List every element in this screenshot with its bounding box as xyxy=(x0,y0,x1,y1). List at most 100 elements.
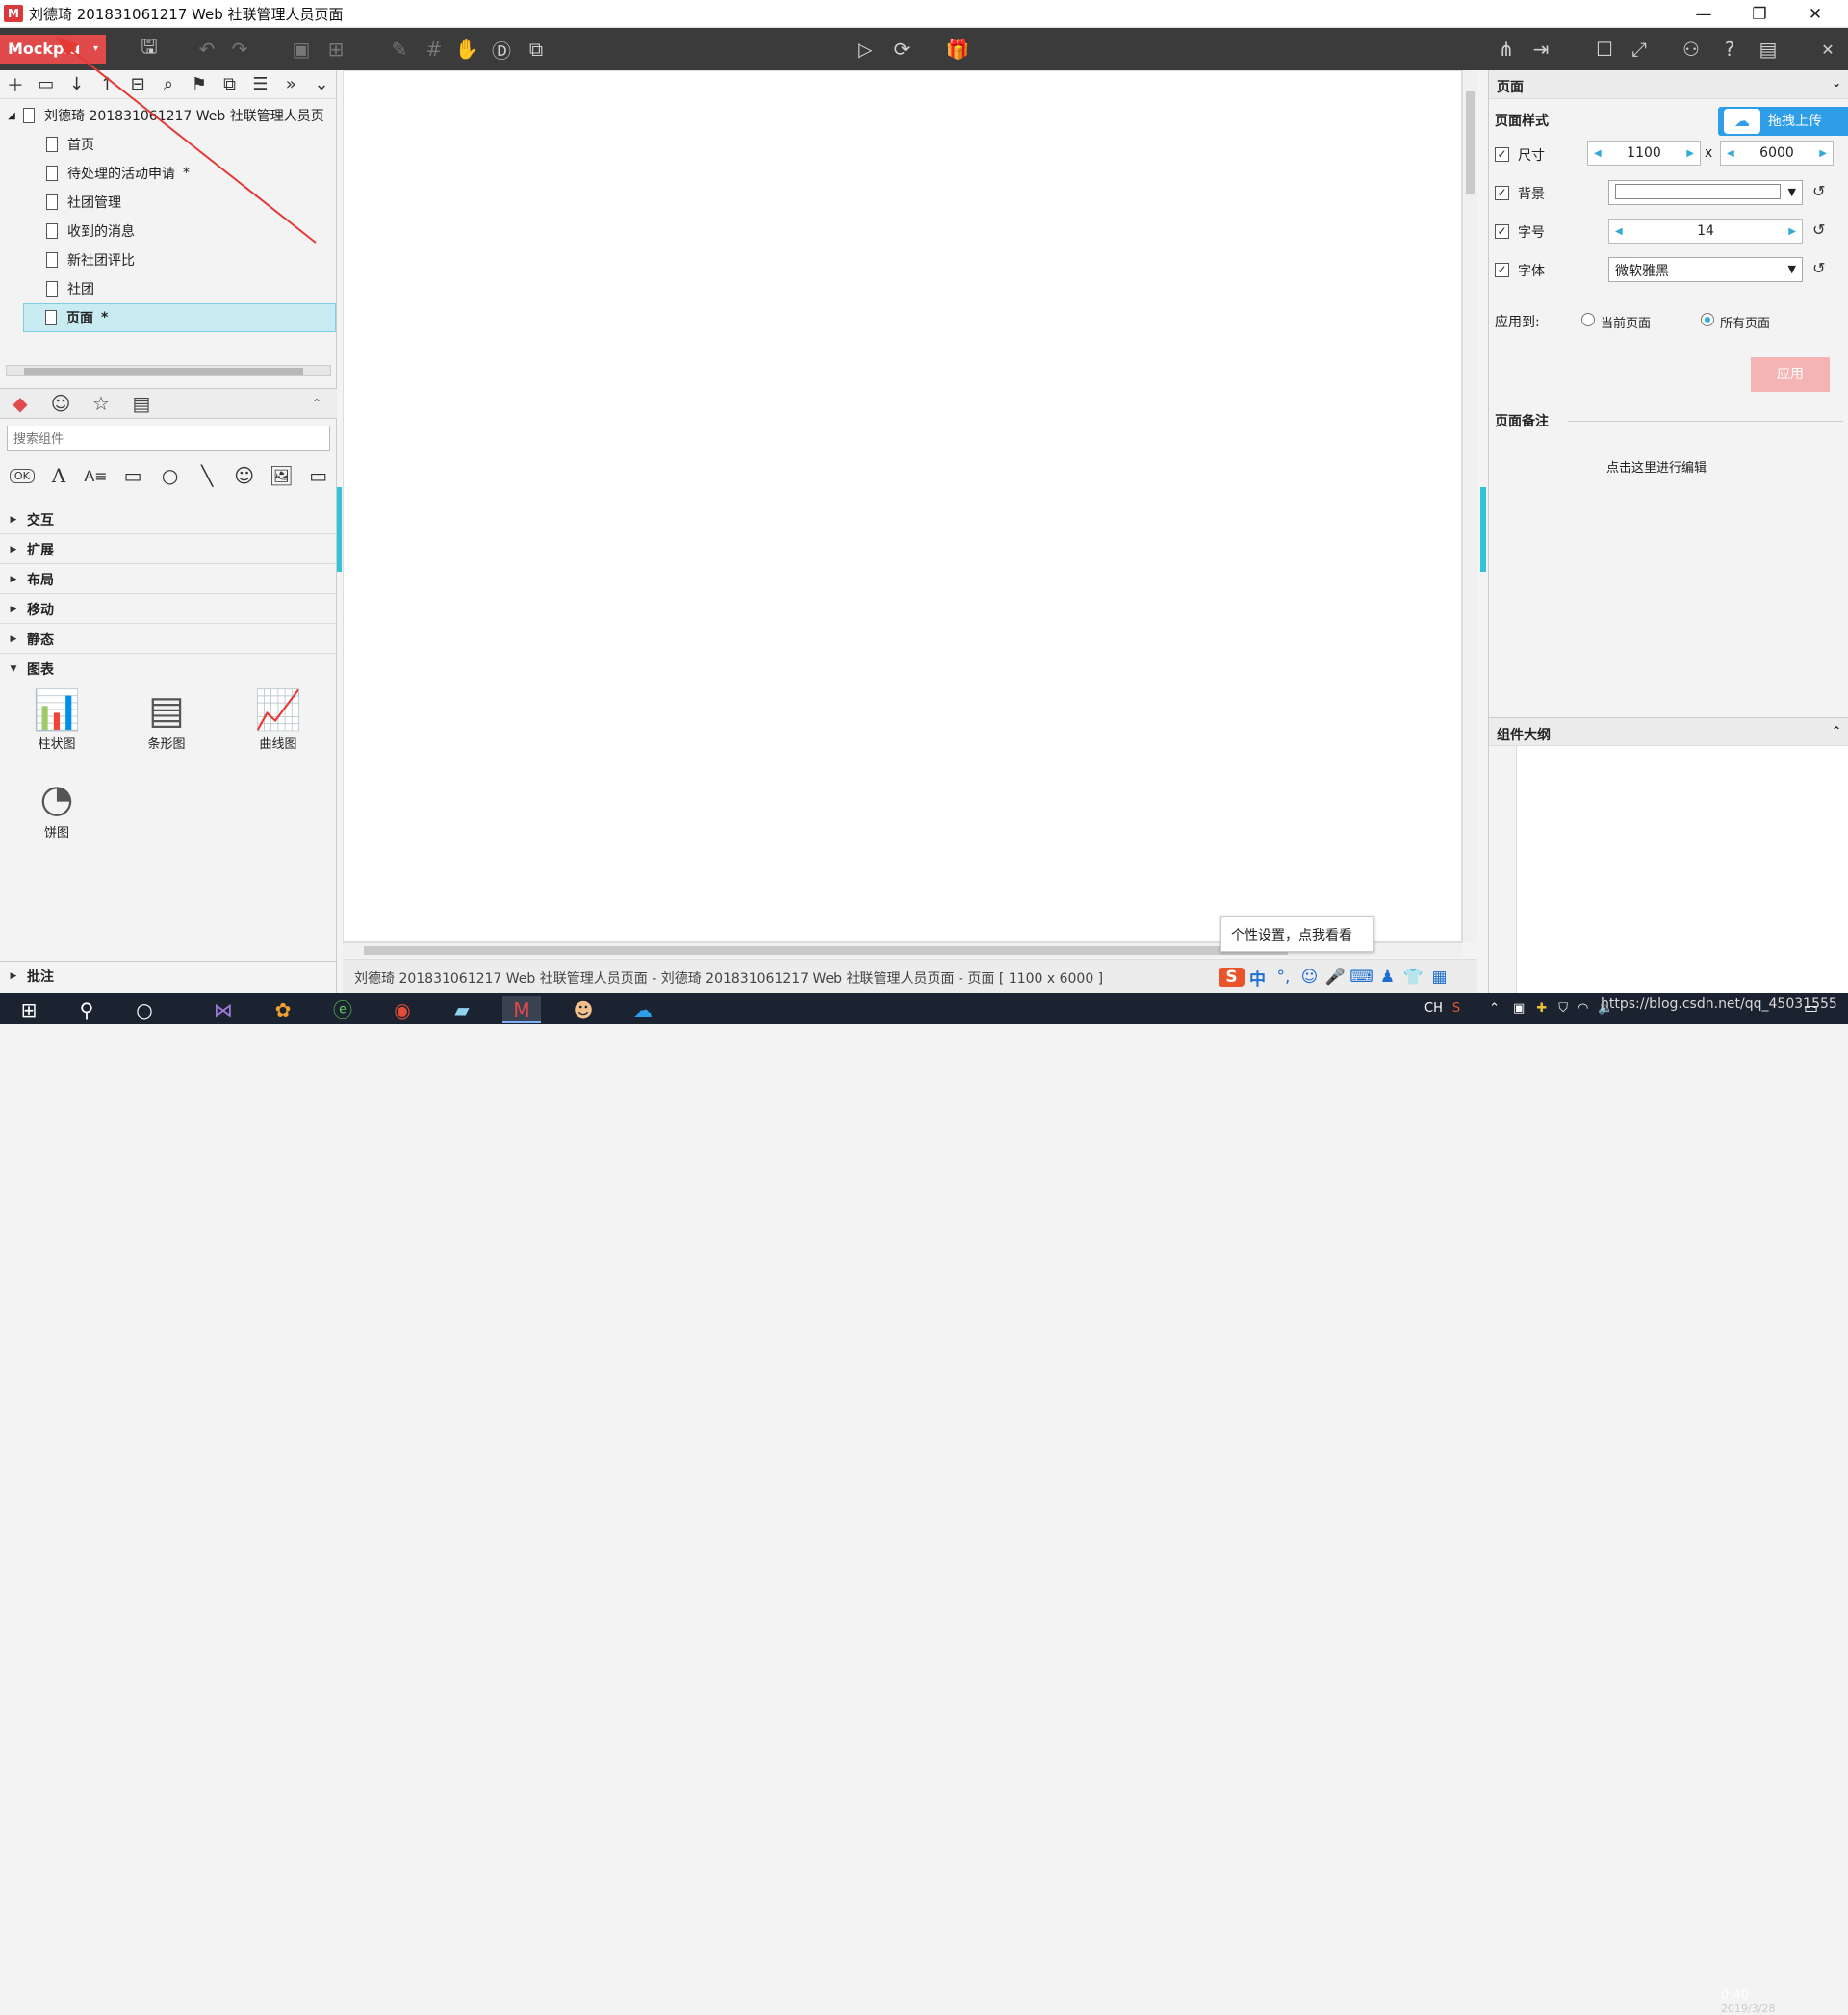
bar-chart-component[interactable]: 📊 柱状图 xyxy=(13,687,100,752)
mic-icon[interactable]: 🎤 xyxy=(1322,968,1348,987)
avatar-app-icon[interactable]: ☻ xyxy=(564,996,603,1023)
close-icon[interactable]: ✕ xyxy=(1813,35,1842,64)
width-value[interactable]: 1100 xyxy=(1627,145,1661,161)
category-mobile[interactable]: ▶ 移动 xyxy=(0,595,337,624)
increment-icon[interactable]: ▶ xyxy=(1788,226,1796,237)
star-tab-icon[interactable]: ☆ xyxy=(81,392,121,415)
visual-studio-icon[interactable]: ⋈ xyxy=(204,996,243,1023)
clock[interactable]: 0:40 2019/3/28 xyxy=(1721,1988,1775,2015)
reset-icon[interactable]: ↺ xyxy=(1812,182,1825,200)
width-stepper[interactable]: ◀ 1100 ▶ xyxy=(1587,141,1701,166)
copy-page-icon[interactable]: ⧉ xyxy=(215,74,245,94)
category-charts[interactable]: ▼ 图表 xyxy=(0,655,337,684)
increment-icon[interactable]: ▶ xyxy=(1686,148,1694,159)
font-select[interactable]: 微软雅黑 ▼ xyxy=(1608,257,1803,282)
pie-chart-component[interactable]: ◔ 饼图 xyxy=(13,776,100,840)
page-notes-editor[interactable]: 点击这里进行编辑 xyxy=(1606,457,1707,476)
ungroup-icon[interactable]: ⊞ xyxy=(321,35,350,64)
ie-browser-icon[interactable]: ⓔ xyxy=(323,996,362,1023)
canvas-vertical-scrollbar[interactable] xyxy=(1462,70,1477,942)
category-notes[interactable]: ▶ 批注 xyxy=(0,961,337,990)
page-item[interactable]: 首页 xyxy=(0,130,337,159)
right-panel-resize-handle[interactable] xyxy=(1480,487,1486,572)
display-icon[interactable]: ▣ xyxy=(1513,1001,1525,1016)
input-shape-icon[interactable]: ▭ xyxy=(299,464,337,487)
page-item[interactable]: 社团管理 xyxy=(0,188,337,217)
category-extension[interactable]: ▶ 扩展 xyxy=(0,535,337,564)
search-icon[interactable]: ⚲ xyxy=(67,996,106,1023)
rectangle-shape-icon[interactable]: ▭ xyxy=(115,464,152,487)
notes-app-icon[interactable]: ▰ xyxy=(443,996,481,1023)
move-up-icon[interactable]: ↑ xyxy=(91,74,122,94)
button-shape-icon[interactable]: OK xyxy=(10,468,35,483)
play-icon[interactable]: ▷ xyxy=(851,35,880,64)
template-tab-icon[interactable]: ▤ xyxy=(121,392,162,415)
group-icon[interactable]: ▣ xyxy=(287,35,316,64)
font-size-stepper[interactable]: ◀ 14 ▶ xyxy=(1608,219,1803,244)
reset-icon[interactable]: ↺ xyxy=(1812,259,1825,277)
team-icon[interactable]: ⚇ xyxy=(1677,35,1706,64)
collapse-icon[interactable]: ⌄ xyxy=(306,74,337,94)
gift-icon[interactable]: 🎁 xyxy=(943,35,972,64)
drag-upload-button[interactable]: ☁ 拖拽上传 xyxy=(1718,107,1848,136)
punctuation-icon[interactable]: °, xyxy=(1270,968,1296,987)
windows-start-icon[interactable]: ⊞ xyxy=(10,996,48,1023)
components-tab-icon[interactable]: ◆ xyxy=(0,392,40,415)
share-icon[interactable]: ⋔ xyxy=(1492,35,1521,64)
mockplus-menu-button[interactable]: Mockplu ▾ xyxy=(0,35,106,64)
apply-all-radio[interactable] xyxy=(1701,313,1714,326)
sogou-icon[interactable]: S xyxy=(1219,968,1245,987)
flag-icon[interactable]: ⚑ xyxy=(184,74,215,94)
category-layout[interactable]: ▶ 布局 xyxy=(0,565,337,594)
redo-icon[interactable]: ↷ xyxy=(225,35,254,64)
scrollbar-thumb[interactable] xyxy=(1466,91,1475,194)
language-indicator[interactable]: CH xyxy=(1424,1001,1443,1016)
tray-arrow-icon[interactable]: ⌃ xyxy=(1489,1001,1500,1016)
background-checkbox[interactable]: ✓ xyxy=(1495,186,1509,200)
font-checkbox[interactable]: ✓ xyxy=(1495,263,1509,277)
pages-scrollbar[interactable] xyxy=(6,365,331,376)
task-view-icon[interactable]: ○ xyxy=(125,996,164,1023)
decrement-icon[interactable]: ◀ xyxy=(1594,148,1602,159)
font-size-value[interactable]: 14 xyxy=(1697,223,1714,239)
fullscreen-icon[interactable]: ☐ xyxy=(1590,35,1619,64)
collapse-up-icon[interactable]: ⌃ xyxy=(296,397,337,410)
d-icon[interactable]: Ⓓ xyxy=(487,35,516,64)
keyboard-icon[interactable]: ⌨ xyxy=(1348,968,1374,987)
restore-button[interactable]: ❐ xyxy=(1732,0,1786,28)
scrollbar-thumb[interactable] xyxy=(364,946,1288,955)
line-shape-icon[interactable]: ╲ xyxy=(189,464,226,487)
design-canvas[interactable] xyxy=(343,70,1462,942)
outline-tree[interactable] xyxy=(1516,746,1848,993)
category-static[interactable]: ▶ 静态 xyxy=(0,625,337,654)
export-icon[interactable]: ⇥ xyxy=(1527,35,1555,64)
height-stepper[interactable]: ◀ 6000 ▶ xyxy=(1720,141,1834,166)
font-size-checkbox[interactable]: ✓ xyxy=(1495,224,1509,239)
increment-icon[interactable]: ▶ xyxy=(1819,148,1827,159)
image-icon[interactable]: ▤ xyxy=(1754,35,1783,64)
search-icon[interactable]: ⌕ xyxy=(153,74,184,94)
apps-icon[interactable]: ▦ xyxy=(1426,968,1452,987)
paragraph-shape-icon[interactable]: A≡ xyxy=(77,467,115,485)
left-panel-resize-handle[interactable] xyxy=(337,487,342,572)
chrome-icon[interactable]: ◉ xyxy=(383,996,422,1023)
line-chart-component[interactable]: 📈 曲线图 xyxy=(235,687,321,752)
skin-icon[interactable]: 👕 xyxy=(1400,968,1426,987)
list-icon[interactable]: ☰ xyxy=(245,74,276,94)
circle-shape-icon[interactable]: ○ xyxy=(151,464,189,487)
sync-icon[interactable]: ⟳ xyxy=(887,35,916,64)
minimize-button[interactable]: — xyxy=(1677,0,1731,28)
decrement-icon[interactable]: ◀ xyxy=(1727,148,1734,159)
page-item[interactable]: 收到的消息 xyxy=(0,217,337,245)
category-interaction[interactable]: ▶ 交互 xyxy=(0,505,337,534)
more-icon[interactable]: » xyxy=(275,74,306,94)
scrollbar-thumb[interactable] xyxy=(24,368,303,375)
copy-icon[interactable]: ⧉ xyxy=(522,35,551,64)
ime-mode-label[interactable]: 中 xyxy=(1245,966,1270,990)
wifi-icon[interactable]: ◠ xyxy=(1578,1001,1588,1016)
text-shape-icon[interactable]: A xyxy=(40,464,78,487)
hand-icon[interactable]: ✋ xyxy=(452,35,481,64)
reset-icon[interactable]: ↺ xyxy=(1812,220,1825,239)
collapse-up-icon[interactable]: ⌃ xyxy=(1832,724,1841,737)
apply-current-radio[interactable] xyxy=(1581,313,1595,326)
